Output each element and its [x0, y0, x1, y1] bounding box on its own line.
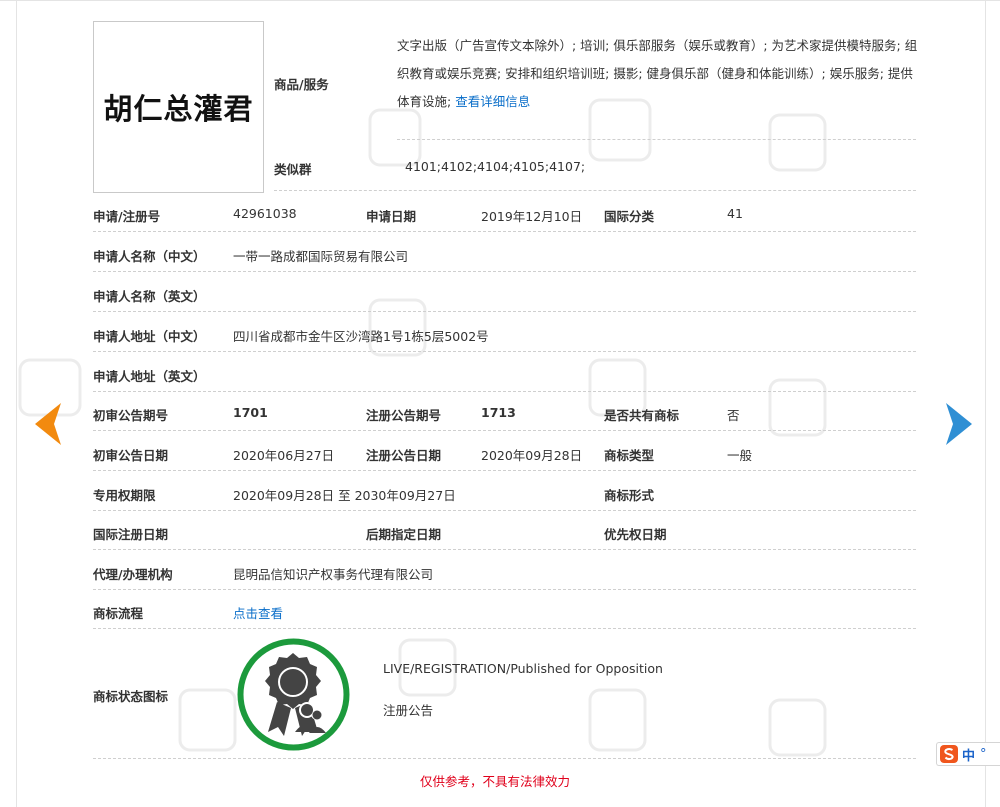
trademark-logo-text: 胡仁总灌君 — [103, 92, 254, 126]
reg-issue-label: 注册公告期号 — [366, 408, 442, 423]
divider — [93, 391, 916, 392]
reg-date-value: 2020年09月28日 — [481, 448, 583, 463]
prelim-date-label: 初审公告日期 — [93, 448, 169, 463]
divider — [397, 139, 916, 140]
reg-no-label: 申请/注册号 — [93, 209, 161, 224]
mark-type-value: 一般 — [727, 448, 753, 463]
shared-label: 是否共有商标 — [604, 408, 680, 423]
intl-class-value: 41 — [727, 206, 743, 221]
similar-group-value: 4101;4102;4104;4105;4107; — [405, 159, 586, 174]
mark-type-label: 商标类型 — [604, 448, 655, 463]
divider — [93, 589, 916, 590]
chevron-right-icon[interactable] — [944, 401, 978, 447]
divider — [93, 549, 916, 550]
prelim-issue-label: 初审公告期号 — [93, 408, 169, 423]
divider — [93, 430, 916, 431]
address-cn-value: 四川省成都市金牛区沙湾路1号1栋5层5002号 — [233, 329, 489, 344]
exclusive-value: 2020年09月28日 至 2030年09月27日 — [233, 488, 456, 503]
applicant-cn-label: 申请人名称（中文） — [93, 249, 206, 264]
intl-reg-date-label: 国际注册日期 — [93, 527, 169, 542]
divider — [93, 311, 916, 312]
intl-class-label: 国际分类 — [604, 209, 655, 224]
process-link[interactable]: 点击查看 — [233, 603, 283, 622]
divider — [93, 470, 916, 471]
similar-group-label: 类似群 — [274, 162, 312, 177]
agent-label: 代理/办理机构 — [93, 567, 173, 582]
sogou-logo-icon — [940, 745, 958, 763]
trademark-image: 胡仁总灌君 — [93, 21, 264, 193]
ime-toolbar[interactable]: 中 ° — [936, 742, 1000, 766]
chevron-left-icon[interactable] — [29, 401, 63, 447]
divider — [93, 351, 916, 352]
detail-link[interactable]: 查看详细信息 — [455, 94, 530, 109]
later-date-label: 后期指定日期 — [366, 527, 442, 542]
status-en: LIVE/REGISTRATION/Published for Oppositi… — [383, 661, 663, 676]
reg-issue-value: 1713 — [481, 405, 516, 420]
prelim-issue-value: 1701 — [233, 405, 268, 420]
address-en-label: 申请人地址（英文） — [93, 369, 206, 384]
status-cn: 注册公告 — [383, 703, 434, 718]
reg-date-label: 注册公告日期 — [366, 448, 442, 463]
process-label: 商标流程 — [93, 606, 144, 621]
ime-mode-label: 中 — [962, 748, 976, 764]
divider — [274, 190, 916, 191]
agent-value: 昆明品信知识产权事务代理有限公司 — [233, 567, 434, 582]
apply-date-value: 2019年12月10日 — [481, 209, 583, 224]
applicant-cn-value: 一带一路成都国际贸易有限公司 — [233, 249, 409, 264]
apply-date-label: 申请日期 — [366, 209, 417, 224]
applicant-en-label: 申请人名称（英文） — [93, 289, 206, 304]
address-cn-label: 申请人地址（中文） — [93, 329, 206, 344]
divider — [93, 231, 916, 232]
mark-form-label: 商标形式 — [604, 488, 655, 503]
ime-punct-icon: ° — [980, 746, 987, 762]
divider — [93, 628, 916, 629]
divider — [93, 758, 916, 759]
prelim-date-value: 2020年06月27日 — [233, 448, 335, 463]
status-label: 商标状态图标 — [93, 689, 169, 704]
goods-label: 商品/服务 — [274, 77, 329, 92]
disclaimer: 仅供参考，不具有法律效力 — [420, 774, 571, 789]
shared-value: 否 — [727, 408, 740, 423]
priority-date-label: 优先权日期 — [604, 527, 667, 542]
reg-no-value: 42961038 — [233, 206, 297, 221]
status-seal-icon — [237, 638, 350, 751]
divider — [93, 271, 916, 272]
divider — [93, 510, 916, 511]
trademark-detail-panel: 胡仁总灌君 商品/服务 文字出版（广告宣传文本除外）; 培训; 俱乐部服务（娱乐… — [0, 0, 1000, 807]
goods-value: 文字出版（广告宣传文本除外）; 培训; 俱乐部服务（娱乐或教育）; 为艺术家提供… — [397, 32, 921, 116]
exclusive-label: 专用权期限 — [93, 488, 156, 503]
